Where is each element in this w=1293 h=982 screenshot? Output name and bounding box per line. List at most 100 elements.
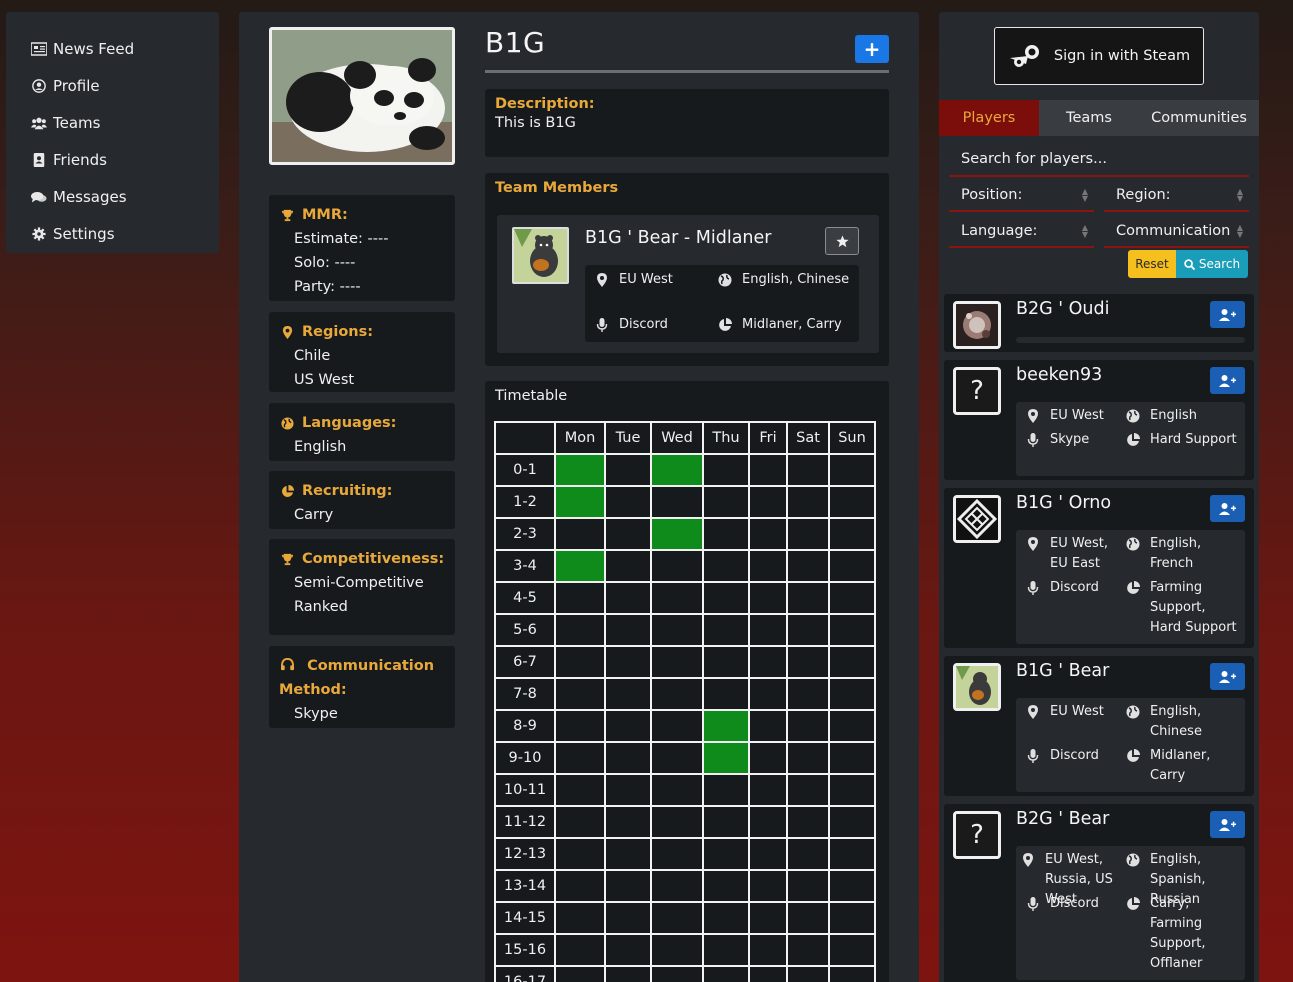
timeslot-cell[interactable]	[748, 677, 788, 711]
search-input[interactable]: Search for players...	[949, 143, 1249, 177]
player-card[interactable]: ? B2G ' Bear EU West, Russia, US West En…	[944, 804, 1254, 982]
add-friend-button[interactable]	[1210, 811, 1245, 838]
timeslot-cell[interactable]	[650, 517, 704, 551]
timeslot-cell[interactable]	[748, 869, 788, 903]
timeslot-cell[interactable]	[604, 901, 652, 935]
timeslot-cell[interactable]	[702, 837, 750, 871]
nav-news-feed[interactable]: News Feed	[6, 30, 219, 67]
timeslot-cell[interactable]	[604, 549, 652, 583]
timeslot-cell[interactable]	[554, 581, 606, 615]
nav-profile[interactable]: Profile	[6, 67, 219, 104]
timeslot-cell[interactable]	[604, 741, 652, 775]
timeslot-cell[interactable]	[748, 933, 788, 967]
nav-teams[interactable]: Teams	[6, 104, 219, 141]
timeslot-cell[interactable]	[786, 901, 830, 935]
region-select[interactable]: Region: ▲ ▼	[1104, 179, 1249, 212]
timeslot-cell[interactable]	[650, 549, 704, 583]
timeslot-cell[interactable]	[786, 837, 830, 871]
timeslot-cell[interactable]	[604, 965, 652, 982]
timeslot-cell[interactable]	[650, 805, 704, 839]
steam-signin-button[interactable]: Sign in with Steam	[994, 27, 1204, 85]
timeslot-cell[interactable]	[604, 869, 652, 903]
timeslot-cell[interactable]	[604, 933, 652, 967]
nav-messages[interactable]: Messages	[6, 178, 219, 215]
timeslot-cell[interactable]	[702, 645, 750, 679]
timeslot-cell[interactable]	[702, 869, 750, 903]
timeslot-cell[interactable]	[604, 517, 652, 551]
timeslot-cell[interactable]	[828, 805, 876, 839]
timeslot-cell[interactable]	[748, 453, 788, 487]
timeslot-cell[interactable]	[828, 549, 876, 583]
timeslot-cell[interactable]	[748, 805, 788, 839]
language-select[interactable]: Language: ▲ ▼	[949, 215, 1094, 248]
add-friend-button[interactable]	[1210, 663, 1245, 690]
add-friend-button[interactable]	[1210, 367, 1245, 394]
timeslot-cell[interactable]	[554, 741, 606, 775]
timeslot-cell[interactable]	[828, 517, 876, 551]
timeslot-cell[interactable]	[748, 741, 788, 775]
timeslot-cell[interactable]	[650, 581, 704, 615]
timeslot-cell[interactable]	[748, 773, 788, 807]
timeslot-cell[interactable]	[650, 933, 704, 967]
position-select[interactable]: Position: ▲ ▼	[949, 179, 1094, 212]
timeslot-cell[interactable]	[554, 517, 606, 551]
timeslot-cell[interactable]	[604, 613, 652, 647]
timeslot-cell[interactable]	[604, 581, 652, 615]
timeslot-cell[interactable]	[748, 485, 788, 519]
timeslot-cell[interactable]	[554, 613, 606, 647]
timeslot-cell[interactable]	[702, 933, 750, 967]
timeslot-cell[interactable]	[702, 485, 750, 519]
timeslot-cell[interactable]	[828, 901, 876, 935]
timeslot-cell[interactable]	[604, 677, 652, 711]
timeslot-cell[interactable]	[828, 965, 876, 982]
timeslot-cell[interactable]	[604, 805, 652, 839]
timeslot-cell[interactable]	[604, 645, 652, 679]
timeslot-cell[interactable]	[702, 709, 750, 743]
player-card[interactable]: B1G ' Bear EU West English, Chinese Disc…	[944, 656, 1254, 796]
timeslot-cell[interactable]	[554, 645, 606, 679]
timeslot-cell[interactable]	[786, 741, 830, 775]
star-button[interactable]	[825, 227, 859, 255]
timeslot-cell[interactable]	[650, 453, 704, 487]
timeslot-cell[interactable]	[786, 581, 830, 615]
timeslot-cell[interactable]	[702, 613, 750, 647]
timeslot-cell[interactable]	[828, 869, 876, 903]
timeslot-cell[interactable]	[554, 933, 606, 967]
timeslot-cell[interactable]	[702, 773, 750, 807]
timeslot-cell[interactable]	[554, 773, 606, 807]
timeslot-cell[interactable]	[650, 901, 704, 935]
timeslot-cell[interactable]	[786, 869, 830, 903]
timeslot-cell[interactable]	[748, 709, 788, 743]
timeslot-cell[interactable]	[828, 453, 876, 487]
timeslot-cell[interactable]	[702, 805, 750, 839]
timeslot-cell[interactable]	[748, 549, 788, 583]
reset-button[interactable]: Reset	[1128, 250, 1176, 278]
timeslot-cell[interactable]	[650, 709, 704, 743]
timeslot-cell[interactable]	[702, 453, 750, 487]
tab-players[interactable]: Players	[939, 100, 1039, 136]
timeslot-cell[interactable]	[786, 709, 830, 743]
timeslot-cell[interactable]	[554, 901, 606, 935]
timeslot-cell[interactable]	[786, 933, 830, 967]
timeslot-cell[interactable]	[748, 837, 788, 871]
timeslot-cell[interactable]	[650, 965, 704, 982]
timeslot-cell[interactable]	[828, 741, 876, 775]
add-friend-button[interactable]	[1210, 495, 1245, 522]
timeslot-cell[interactable]	[828, 645, 876, 679]
timeslot-cell[interactable]	[786, 613, 830, 647]
timeslot-cell[interactable]	[554, 869, 606, 903]
timeslot-cell[interactable]	[748, 645, 788, 679]
timeslot-cell[interactable]	[650, 837, 704, 871]
timeslot-cell[interactable]	[650, 485, 704, 519]
timeslot-cell[interactable]	[828, 709, 876, 743]
player-card[interactable]: B1G ' Orno EU West, EU East English, Fre…	[944, 488, 1254, 648]
member-card[interactable]: B1G ' Bear - Midlaner EU West English, C…	[497, 215, 879, 353]
timeslot-cell[interactable]	[554, 549, 606, 583]
timeslot-cell[interactable]	[554, 453, 606, 487]
timeslot-cell[interactable]	[786, 485, 830, 519]
timeslot-cell[interactable]	[604, 709, 652, 743]
tab-communities[interactable]: Communities	[1139, 100, 1259, 136]
timeslot-cell[interactable]	[604, 773, 652, 807]
timeslot-cell[interactable]	[786, 805, 830, 839]
timeslot-cell[interactable]	[828, 837, 876, 871]
